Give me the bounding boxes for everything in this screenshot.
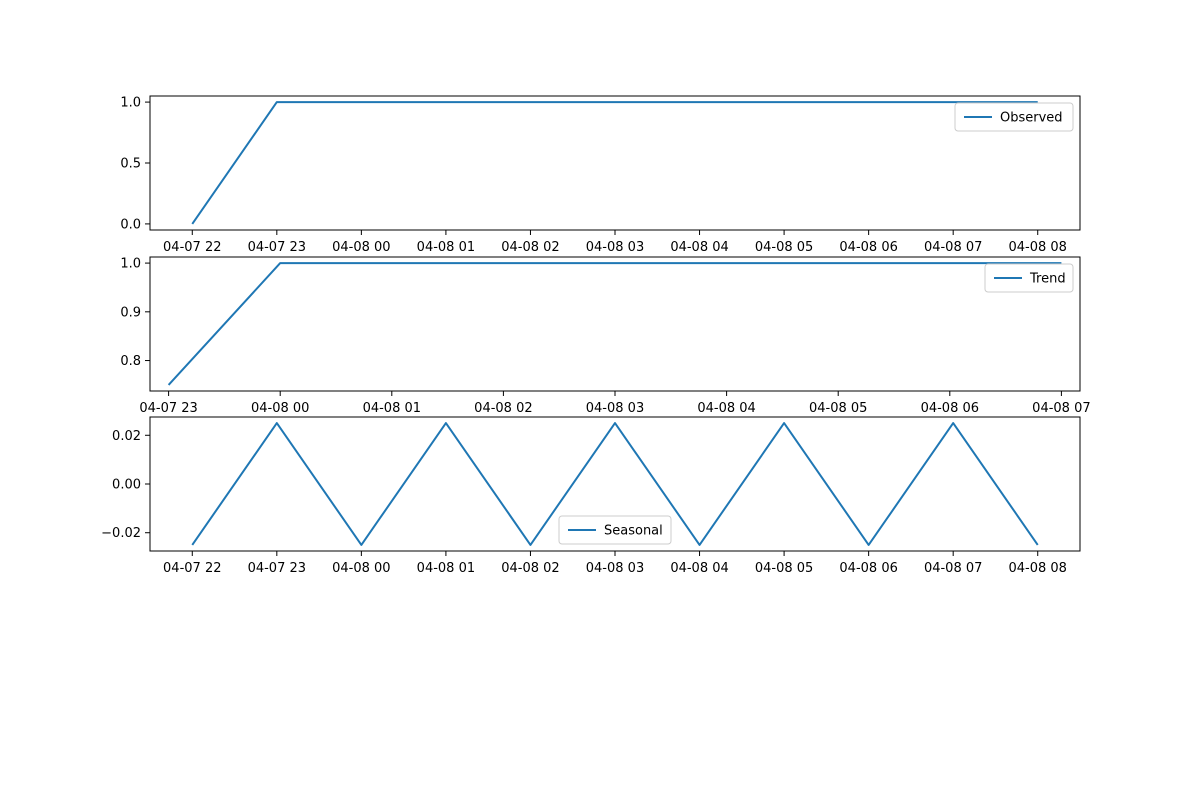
observed-x-tick-label: 04-07 22 <box>163 240 221 255</box>
seasonal-x-tick-label: 04-08 04 <box>670 561 728 576</box>
seasonal-x-tick-label: 04-08 03 <box>586 561 644 576</box>
seasonal-x-tick-label: 04-08 08 <box>1009 561 1067 576</box>
seasonal-legend-label: Seasonal <box>604 524 663 539</box>
observed-x-tick-label: 04-08 05 <box>755 240 813 255</box>
trend-legend-label: Trend <box>1029 272 1066 287</box>
seasonal-y-tick-label: −0.02 <box>101 526 141 541</box>
seasonal-y-tick-label: 0.02 <box>112 429 141 444</box>
trend-panel: 04-07 23 04-08 00 04-08 01 04-08 02 04-08 03… <box>120 256 1091 416</box>
trend-legend: Trend <box>984 263 1074 293</box>
observed-x-tick-label: 04-08 03 <box>586 240 644 255</box>
seasonal-x-tick-label: 04-07 22 <box>163 561 221 576</box>
trend-y-tick-label: 0.9 <box>120 305 141 320</box>
seasonal-panel: 04-07 22 04-07 23 04-08 00 04-08 01 04-08 02… <box>101 416 1081 576</box>
observed-y-tick-label: 0.0 <box>120 217 141 232</box>
trend-x-tick-label: 04-08 05 <box>809 401 867 416</box>
seasonal-x-tick-label: 04-08 06 <box>839 561 897 576</box>
seasonal-x-tick-label: 04-08 05 <box>755 561 813 576</box>
observed-y-tick-label: 1.0 <box>120 96 141 111</box>
trend-x-tick-label: 04-07 23 <box>139 401 197 416</box>
trend-x-tick-label: 04-08 04 <box>697 401 755 416</box>
observed-axes-frame <box>149 95 1081 231</box>
observed-x-tick-label: 04-08 07 <box>924 240 982 255</box>
decomposition-figure: 04-07 22 04-07 23 04-08 00 04-08 01 04-08 02… <box>101 95 1091 576</box>
observed-y-tick-label: 0.5 <box>120 157 141 172</box>
seasonal-x-tick-label: 04-07 23 <box>248 561 306 576</box>
observed-x-tick-label: 04-08 01 <box>417 240 475 255</box>
trend-x-tick-label: 04-08 02 <box>474 401 532 416</box>
trend-x-tick-label: 04-08 01 <box>363 401 421 416</box>
trend-series-line <box>167 262 1062 386</box>
seasonal-x-tick-label: 04-08 07 <box>924 561 982 576</box>
trend-x-tick-label: 04-08 00 <box>251 401 309 416</box>
seasonal-x-tick-label: 04-08 01 <box>417 561 475 576</box>
seasonal-y-tick-label: 0.00 <box>112 478 141 493</box>
observed-x-tick-label: 04-08 04 <box>670 240 728 255</box>
observed-x-tick-label: 04-07 23 <box>248 240 306 255</box>
trend-y-tick-label: 0.8 <box>120 354 141 369</box>
observed-x-tick-label: 04-08 02 <box>501 240 559 255</box>
observed-series-line <box>191 101 1038 225</box>
trend-x-tick-label: 04-08 03 <box>586 401 644 416</box>
trend-x-tick-label: 04-08 07 <box>1032 401 1090 416</box>
observed-legend: Observed <box>954 102 1074 132</box>
seasonal-x-tick-label: 04-08 02 <box>501 561 559 576</box>
observed-panel: 04-07 22 04-07 23 04-08 00 04-08 01 04-08 02… <box>120 95 1081 255</box>
trend-x-tick-label: 04-08 06 <box>921 401 979 416</box>
seasonal-x-tick-label: 04-08 00 <box>332 561 390 576</box>
observed-legend-label: Observed <box>1000 111 1063 126</box>
observed-x-tick-label: 04-08 08 <box>1009 240 1067 255</box>
observed-x-tick-label: 04-08 06 <box>839 240 897 255</box>
trend-axes-frame <box>149 256 1081 392</box>
seasonal-legend: Seasonal <box>558 515 672 545</box>
observed-x-tick-label: 04-08 00 <box>332 240 390 255</box>
trend-y-tick-label: 1.0 <box>120 257 141 272</box>
